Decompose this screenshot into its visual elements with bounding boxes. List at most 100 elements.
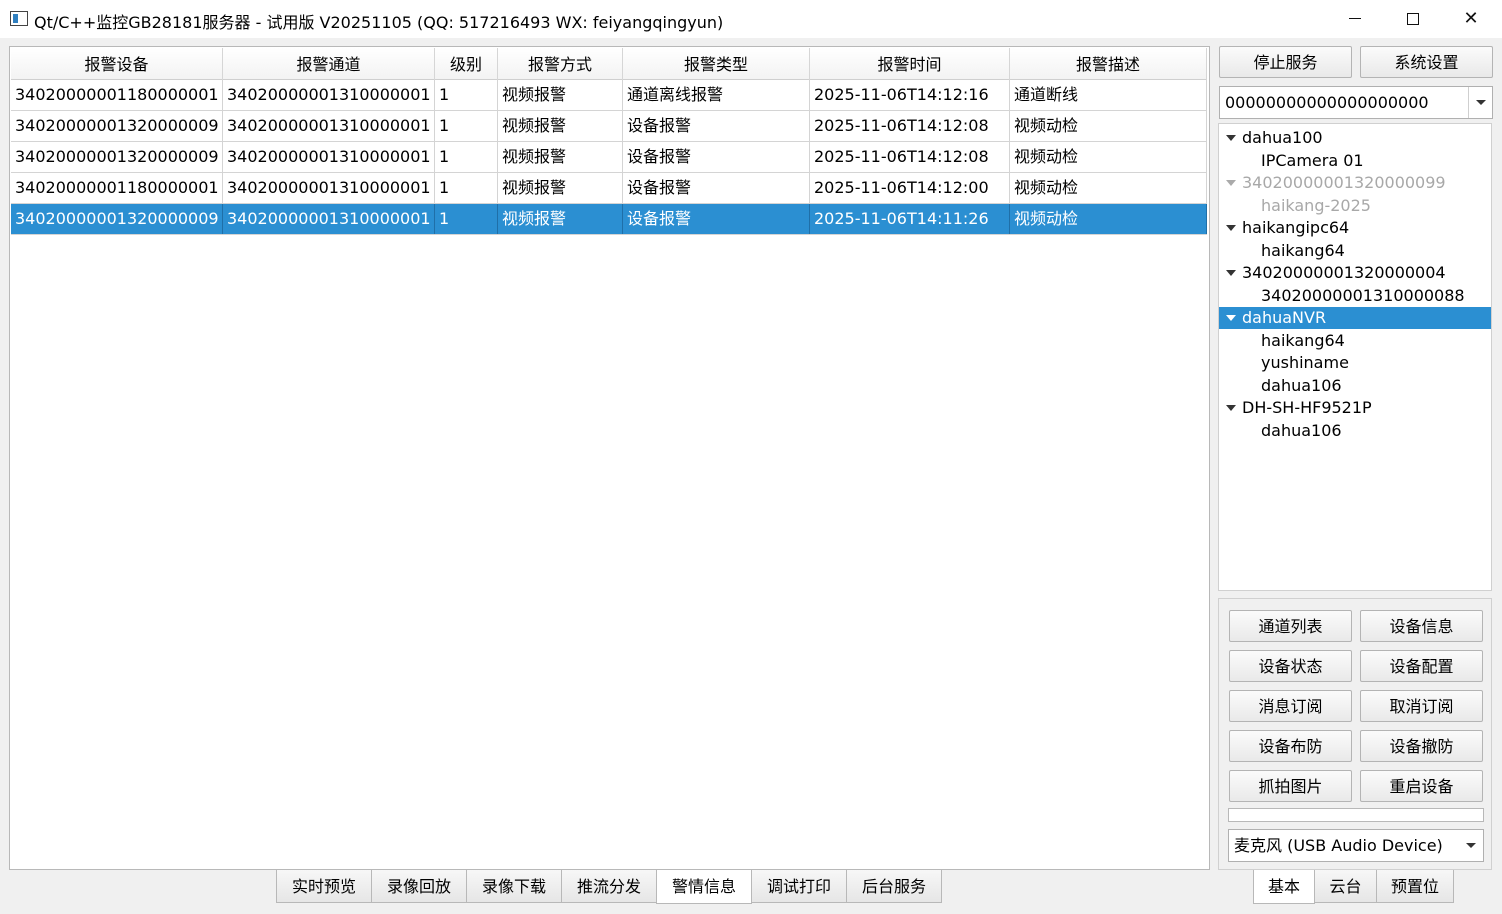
column-header[interactable]: 报警方式 — [498, 48, 623, 80]
tree-device-node[interactable]: haikangipc64 — [1219, 217, 1491, 239]
column-header[interactable]: 报警设备 — [11, 48, 223, 80]
table-cell: 1 — [435, 204, 498, 234]
main-tab[interactable]: 录像下载 — [466, 870, 562, 903]
main-tab[interactable]: 实时预览 — [276, 870, 372, 903]
table-cell: 34020000001310000001 — [223, 173, 435, 203]
device-combo-value: 00000000000000000000 — [1225, 93, 1429, 112]
tree-node-label: 34020000001320000004 — [1242, 263, 1446, 282]
table-cell: 2025-11-06T14:12:00 — [810, 173, 1010, 203]
maximize-button[interactable] — [1384, 0, 1442, 38]
column-header[interactable]: 报警通道 — [223, 48, 435, 80]
chevron-down-icon[interactable] — [1468, 87, 1492, 118]
tree-node-label: dahua100 — [1242, 128, 1323, 147]
tree-node-label: DH-SH-HF9521P — [1242, 398, 1372, 417]
side-tab[interactable]: 基本 — [1253, 870, 1315, 904]
tree-channel-node[interactable]: 34020000001310000088 — [1219, 285, 1491, 307]
window-title: Qt/C++监控GB28181服务器 - 试用版 V20251105 (QQ: … — [34, 13, 724, 32]
device-action-button[interactable]: 消息订阅 — [1229, 690, 1352, 722]
close-icon: ✕ — [1463, 8, 1479, 29]
device-action-button[interactable]: 设备布防 — [1229, 730, 1352, 762]
tree-device-node[interactable]: dahua100 — [1219, 127, 1491, 149]
table-row[interactable]: 34020000001320000009 34020000001310000001… — [11, 204, 1207, 235]
table-cell: 34020000001320000009 — [11, 142, 223, 172]
tree-node-label: dahua106 — [1261, 420, 1342, 440]
table-cell: 设备报警 — [623, 142, 810, 172]
table-row[interactable]: 34020000001320000009 34020000001310000001… — [11, 142, 1207, 173]
table-cell: 1 — [435, 80, 498, 110]
device-tree[interactable]: dahua100 IPCamera 01 34020000001320000099 h… — [1218, 123, 1492, 591]
device-action-button[interactable]: 抓拍图片 — [1229, 770, 1352, 802]
expand-arrow-icon[interactable] — [1226, 270, 1236, 276]
tree-channel-node[interactable]: IPCamera 01 — [1219, 150, 1491, 172]
tree-node-label: haikangipc64 — [1242, 218, 1350, 237]
tree-node-label: IPCamera 01 — [1261, 150, 1364, 170]
column-header[interactable]: 级别 — [435, 48, 498, 80]
tree-channel-node[interactable]: dahua106 — [1219, 420, 1491, 442]
table-header: 报警设备 报警通道 级别 报警方式 报警类型 报警时间 报警描述 — [11, 48, 1207, 80]
table-cell: 设备报警 — [623, 173, 810, 203]
table-cell: 34020000001320000009 — [11, 111, 223, 141]
expand-arrow-icon[interactable] — [1226, 135, 1236, 141]
tree-channel-node[interactable]: haikang-2025 — [1219, 195, 1491, 217]
tree-device-node[interactable]: dahuaNVR — [1219, 307, 1491, 329]
device-combo[interactable]: 00000000000000000000 — [1219, 86, 1493, 119]
tree-device-node[interactable]: 34020000001320000099 — [1219, 172, 1491, 194]
chevron-down-icon[interactable] — [1459, 830, 1483, 861]
system-settings-button[interactable]: 系统设置 — [1360, 46, 1493, 78]
device-action-button[interactable]: 设备信息 — [1360, 610, 1483, 642]
device-action-button[interactable]: 设备撤防 — [1360, 730, 1483, 762]
table-cell: 2025-11-06T14:12:16 — [810, 80, 1010, 110]
main-tab[interactable]: 推流分发 — [561, 870, 657, 903]
main-tab[interactable]: 后台服务 — [846, 870, 942, 903]
main-tab[interactable]: 录像回放 — [371, 870, 467, 903]
expand-arrow-icon[interactable] — [1226, 180, 1236, 186]
device-action-button[interactable]: 设备状态 — [1229, 650, 1352, 682]
table-cell: 视频报警 — [498, 80, 623, 110]
expand-arrow-icon[interactable] — [1226, 315, 1236, 321]
main-tab[interactable]: 警情信息 — [656, 870, 752, 904]
expand-arrow-icon[interactable] — [1226, 405, 1236, 411]
table-cell: 34020000001310000001 — [223, 80, 435, 110]
table-cell: 视频动检 — [1010, 173, 1207, 203]
table-cell: 34020000001320000009 — [11, 204, 223, 234]
stop-service-button[interactable]: 停止服务 — [1219, 46, 1352, 78]
device-action-button[interactable]: 取消订阅 — [1360, 690, 1483, 722]
minimize-icon — [1349, 18, 1361, 19]
tree-device-node[interactable]: 34020000001320000004 — [1219, 262, 1491, 284]
device-action-button[interactable]: 设备配置 — [1360, 650, 1483, 682]
table-cell: 视频报警 — [498, 111, 623, 141]
tree-node-label: 34020000001320000099 — [1242, 173, 1446, 192]
side-tab[interactable]: 预置位 — [1376, 870, 1454, 903]
tree-device-node[interactable]: DH-SH-HF9521P — [1219, 397, 1491, 419]
tree-channel-node[interactable]: dahua106 — [1219, 375, 1491, 397]
audio-device-select[interactable]: 麦克风 (USB Audio Device) — [1228, 829, 1484, 862]
tree-node-label: dahuaNVR — [1242, 308, 1327, 327]
side-tab[interactable]: 云台 — [1314, 870, 1377, 903]
column-header[interactable]: 报警描述 — [1010, 48, 1207, 80]
table-body: 34020000001180000001 34020000001310000001… — [11, 80, 1207, 235]
close-button[interactable]: ✕ — [1442, 0, 1500, 38]
device-action-button[interactable]: 重启设备 — [1360, 770, 1483, 802]
table-cell: 2025-11-06T14:11:26 — [810, 204, 1010, 234]
tree-channel-node[interactable]: yushiname — [1219, 352, 1491, 374]
column-header[interactable]: 报警类型 — [623, 48, 810, 80]
tree-channel-node[interactable]: haikang64 — [1219, 240, 1491, 262]
tree-node-label: haikang64 — [1261, 240, 1345, 260]
expand-arrow-icon[interactable] — [1226, 225, 1236, 231]
table-cell: 1 — [435, 111, 498, 141]
minimize-button[interactable] — [1326, 0, 1384, 38]
tree-node-label: haikang-2025 — [1261, 195, 1371, 215]
alarm-table[interactable]: 报警设备 报警通道 级别 报警方式 报警类型 报警时间 报警描述 3402000000118… — [9, 46, 1210, 870]
tree-node-label: haikang64 — [1261, 330, 1345, 350]
table-cell: 视频报警 — [498, 142, 623, 172]
table-cell: 设备报警 — [623, 204, 810, 234]
table-row[interactable]: 34020000001180000001 34020000001310000001… — [11, 173, 1207, 204]
tree-channel-node[interactable]: haikang64 — [1219, 330, 1491, 352]
main-tab[interactable]: 调试打印 — [751, 870, 847, 903]
table-row[interactable]: 34020000001180000001 34020000001310000001… — [11, 80, 1207, 111]
device-action-button[interactable]: 通道列表 — [1229, 610, 1352, 642]
title-bar: Qt/C++监控GB28181服务器 - 试用版 V20251105 (QQ: … — [0, 0, 1502, 38]
table-cell: 视频报警 — [498, 173, 623, 203]
table-row[interactable]: 34020000001320000009 34020000001310000001… — [11, 111, 1207, 142]
column-header[interactable]: 报警时间 — [810, 48, 1010, 80]
